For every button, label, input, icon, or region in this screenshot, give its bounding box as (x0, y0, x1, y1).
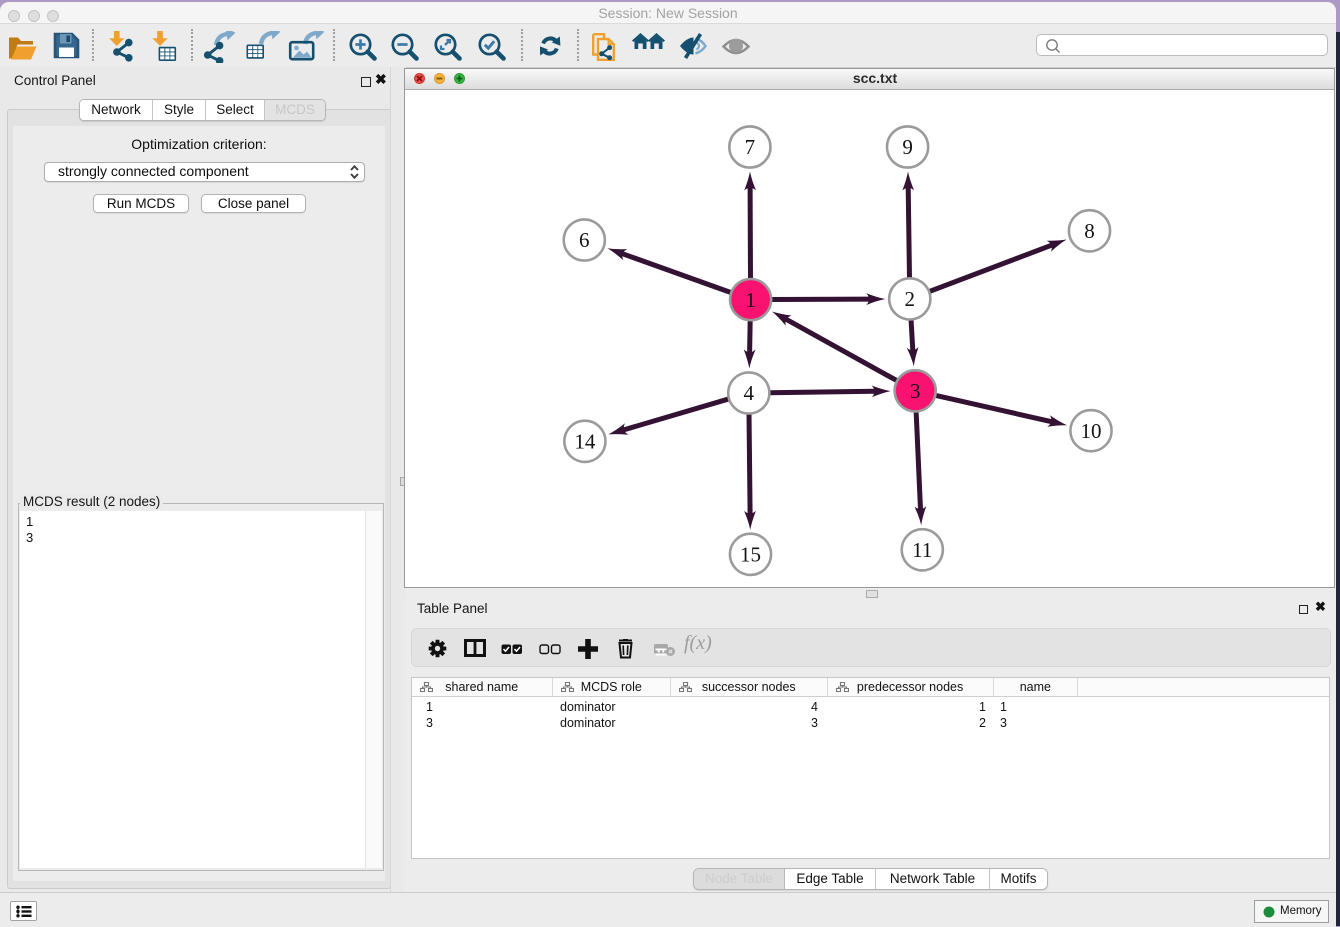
svg-text:4: 4 (744, 381, 755, 405)
svg-text:11: 11 (912, 538, 932, 562)
svg-text:10: 10 (1081, 419, 1102, 443)
svg-text:15: 15 (740, 543, 761, 567)
svg-text:6: 6 (579, 228, 590, 252)
svg-text:9: 9 (902, 135, 913, 159)
svg-text:3: 3 (910, 379, 921, 403)
svg-text:7: 7 (745, 135, 756, 159)
svg-text:14: 14 (574, 430, 596, 454)
svg-text:8: 8 (1084, 219, 1095, 243)
svg-text:1: 1 (745, 288, 756, 312)
svg-text:2: 2 (905, 287, 916, 311)
